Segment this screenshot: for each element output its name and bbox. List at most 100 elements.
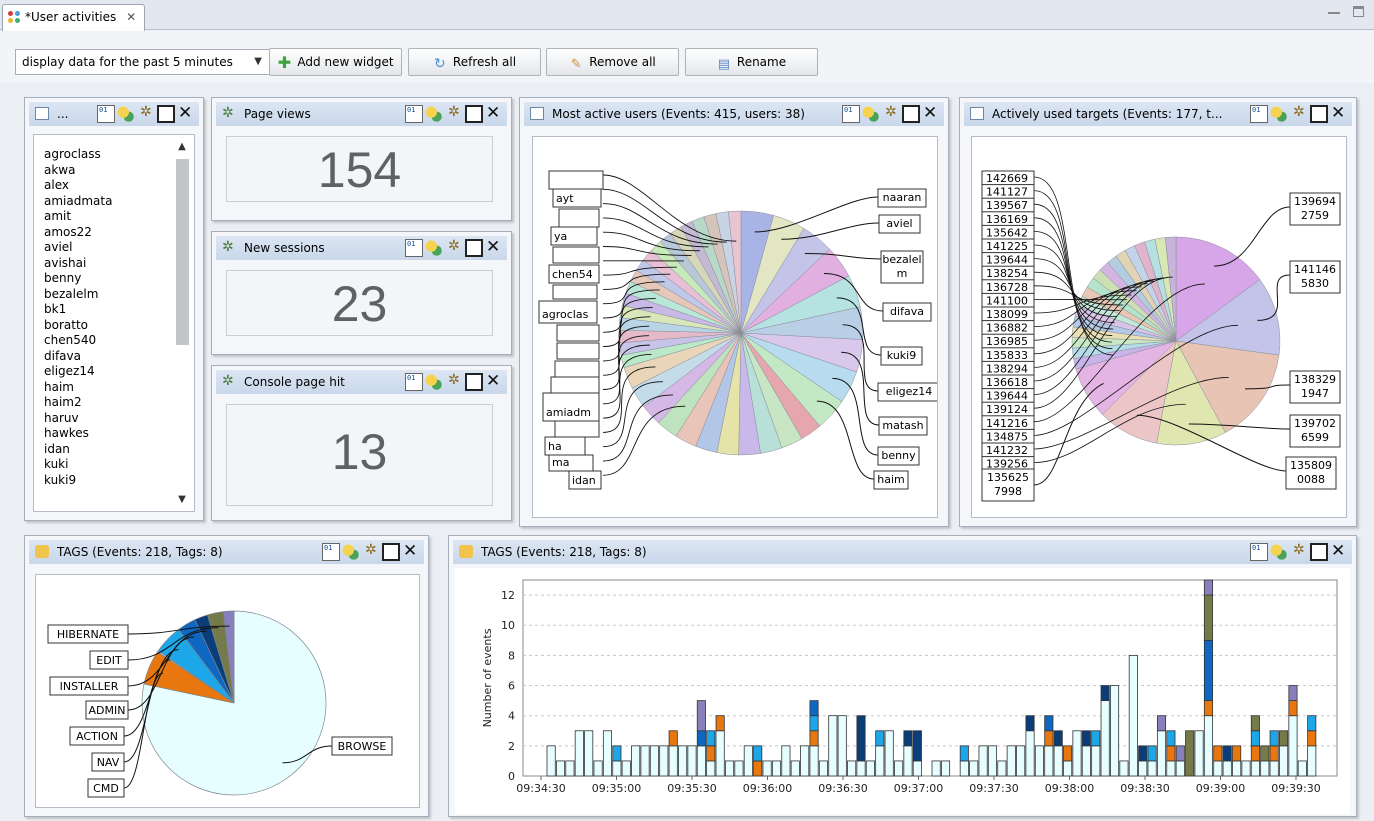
bar-segment[interactable]	[865, 760, 875, 777]
bar-segment[interactable]	[696, 745, 706, 777]
maximize-icon[interactable]	[465, 373, 483, 391]
bar-segment[interactable]	[1232, 760, 1242, 777]
bar-segment[interactable]	[621, 760, 631, 777]
bar-segment[interactable]	[668, 745, 678, 777]
bar-segment[interactable]	[1213, 745, 1223, 762]
bar-segment[interactable]	[593, 760, 603, 777]
bar-segment[interactable]	[715, 730, 725, 777]
bar-segment[interactable]	[875, 730, 885, 747]
bar-segment[interactable]	[602, 730, 613, 777]
bar-segment[interactable]	[959, 745, 969, 762]
bar-segment[interactable]	[1100, 700, 1110, 777]
users-pie-chart[interactable]: naaran aviel bezalelm difava kuki9 eligez14 ma…	[533, 137, 938, 518]
refresh-all-button[interactable]: ↻ Refresh all	[408, 48, 541, 76]
bar-segment[interactable]	[894, 760, 904, 777]
bar-segment[interactable]	[1250, 760, 1260, 777]
bar-segment[interactable]	[978, 745, 988, 777]
bar-segment[interactable]	[1156, 730, 1167, 777]
maximize-icon[interactable]	[157, 105, 175, 123]
settings-icon[interactable]	[445, 372, 463, 391]
user-list-item[interactable]: alex	[44, 178, 184, 194]
maximize-icon[interactable]	[465, 239, 483, 257]
bar-segment[interactable]	[1006, 745, 1016, 777]
bar-segment[interactable]	[903, 730, 913, 747]
bar-segment[interactable]	[1166, 760, 1176, 777]
bar-segment[interactable]	[1091, 745, 1101, 777]
configure-icon[interactable]	[842, 105, 860, 123]
bar-segment[interactable]	[828, 715, 838, 777]
bar-segment[interactable]	[800, 745, 810, 777]
bar-segment[interactable]	[1241, 760, 1251, 777]
refresh-icon[interactable]	[1270, 105, 1288, 123]
bar-segment[interactable]	[555, 760, 566, 777]
bar-segment[interactable]	[1053, 745, 1063, 777]
bar-segment[interactable]	[1269, 760, 1279, 777]
users-list[interactable]: agroclass akwa alex amiadmata amit amos22 avie…	[33, 134, 195, 512]
bar-segment[interactable]	[1260, 760, 1270, 777]
bar-segment[interactable]	[837, 715, 847, 777]
bar-segment[interactable]	[771, 760, 782, 777]
bar-segment[interactable]	[856, 760, 866, 777]
minimize-icon[interactable]	[1328, 6, 1340, 14]
bar-segment[interactable]	[1203, 639, 1213, 702]
bar-segment[interactable]	[987, 745, 998, 777]
bar-segment[interactable]	[1288, 715, 1298, 777]
bar-segment[interactable]	[734, 760, 744, 777]
bar-segment[interactable]	[809, 715, 819, 732]
bar-segment[interactable]	[1279, 745, 1289, 777]
close-icon[interactable]	[402, 541, 420, 561]
bar-segment[interactable]	[1025, 715, 1035, 732]
bar-segment[interactable]	[959, 760, 969, 777]
bar-segment[interactable]	[809, 745, 819, 777]
bar-segment[interactable]	[1222, 760, 1232, 777]
bar-segment[interactable]	[1250, 745, 1260, 762]
refresh-icon[interactable]	[117, 105, 135, 123]
bar-segment[interactable]	[1063, 745, 1073, 762]
bar-segment[interactable]	[668, 730, 678, 747]
chevron-up-icon[interactable]: ▲	[174, 141, 190, 152]
close-icon[interactable]	[485, 237, 503, 257]
bar-segment[interactable]	[1307, 745, 1317, 777]
bar-segment[interactable]	[546, 745, 556, 777]
bar-segment[interactable]	[1307, 715, 1317, 732]
user-list-item[interactable]: eligez14	[44, 364, 184, 380]
rename-button[interactable]: ▤ Rename	[685, 48, 818, 76]
user-list-item[interactable]: haim	[44, 380, 184, 396]
user-list-item[interactable]: kuki	[44, 457, 184, 473]
bar-segment[interactable]	[1203, 700, 1213, 717]
configure-icon[interactable]	[322, 543, 340, 561]
bar-segment[interactable]	[969, 760, 979, 777]
bar-segment[interactable]	[584, 730, 594, 777]
bar-segment[interactable]	[762, 760, 772, 777]
bar-segment[interactable]	[1250, 715, 1260, 732]
bar-segment[interactable]	[1185, 730, 1195, 777]
settings-icon[interactable]	[445, 104, 463, 123]
bar-segment[interactable]	[1138, 745, 1148, 762]
bar-segment[interactable]	[781, 745, 791, 777]
bar-segment[interactable]	[997, 760, 1007, 777]
bar-segment[interactable]	[1260, 745, 1270, 762]
user-list-item[interactable]: kuki9	[44, 473, 184, 489]
refresh-icon[interactable]	[342, 543, 360, 561]
bar-segment[interactable]	[640, 745, 650, 777]
bar-segment[interactable]	[1100, 685, 1110, 702]
settings-icon[interactable]	[1290, 542, 1308, 561]
user-list-item[interactable]: amiadmata	[44, 194, 184, 210]
bar-segment[interactable]	[1138, 760, 1148, 777]
time-range-select[interactable]: display data for the past 5 minutes ▼	[15, 49, 271, 75]
settings-icon[interactable]	[1290, 104, 1308, 123]
refresh-icon[interactable]	[1270, 543, 1288, 561]
user-list-item[interactable]: amit	[44, 209, 184, 225]
bar-segment[interactable]	[649, 745, 659, 777]
tab-user-activities[interactable]: *User activities ✕	[2, 4, 146, 31]
bar-segment[interactable]	[743, 745, 753, 777]
remove-all-button[interactable]: ✎ Remove all	[546, 48, 679, 76]
maximize-icon[interactable]	[1310, 543, 1328, 561]
bar-segment[interactable]	[1194, 730, 1204, 777]
bar-segment[interactable]	[847, 760, 857, 777]
bar-segment[interactable]	[1128, 654, 1138, 777]
bar-segment[interactable]	[1297, 760, 1307, 777]
bar-segment[interactable]	[753, 745, 763, 762]
settings-icon[interactable]	[362, 542, 380, 561]
bar-segment[interactable]	[1269, 730, 1279, 747]
